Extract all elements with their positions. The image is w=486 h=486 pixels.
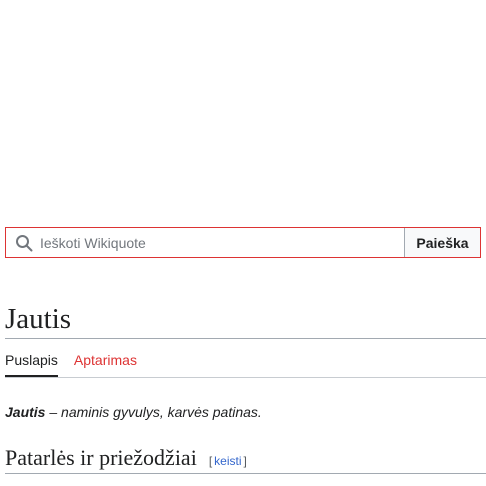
page-tabs: Puslapis Aptarimas xyxy=(5,350,486,378)
search-icon xyxy=(14,233,34,253)
search-button[interactable]: Paieška xyxy=(404,228,480,257)
page: Paieška Jautis Puslapis Aptarimas Jautis… xyxy=(0,0,486,486)
section-heading: Patarlės ir priežodžiai [keisti] xyxy=(5,445,486,474)
search-input[interactable] xyxy=(40,234,380,251)
page-title: Jautis xyxy=(5,300,486,339)
lead-paragraph: Jautis – naminis gyvulys, karvės patinas… xyxy=(5,403,262,421)
lead-definition: – naminis gyvulys, karvės patinas. xyxy=(45,404,262,420)
search-field[interactable] xyxy=(6,228,404,257)
tab-page[interactable]: Puslapis xyxy=(5,350,58,377)
edit-bracket-open: [ xyxy=(208,454,213,468)
edit-bracket-close: ] xyxy=(243,454,247,468)
lead-term: Jautis xyxy=(5,404,46,420)
edit-section: [keisti] xyxy=(209,454,247,468)
edit-section-link[interactable]: keisti xyxy=(214,454,241,468)
search-bar: Paieška xyxy=(5,227,481,258)
tab-discussion[interactable]: Aptarimas xyxy=(74,350,137,375)
section-title: Patarlės ir priežodžiai xyxy=(5,445,197,470)
